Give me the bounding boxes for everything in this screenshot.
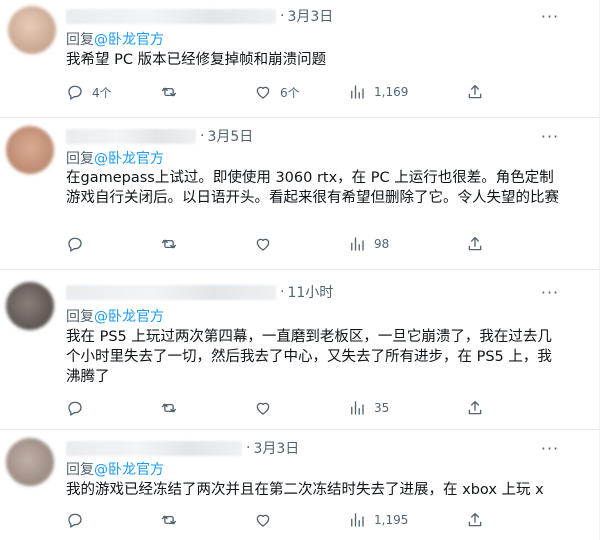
avatar[interactable] [8,6,56,54]
avatar[interactable] [6,282,54,330]
more-icon[interactable]: ··· [539,438,561,458]
retweet-button[interactable] [160,235,186,253]
reply-handle-link[interactable]: @卧龙官方 [94,309,164,325]
tweet-date[interactable]: 3月5日 [207,126,253,146]
views-button[interactable]: 1,169 [348,83,408,101]
tweet-date[interactable]: 11小时 [287,282,333,302]
heart-icon [256,86,270,99]
retweet-button[interactable] [160,399,186,417]
replying-to: 回复@卧龙官方 [66,306,164,326]
share-icon [468,84,482,99]
views-icon [351,237,364,251]
heart-icon [256,238,270,251]
views-icon [351,85,364,99]
reply-count: 4个 [92,85,112,100]
more-icon[interactable]: ··· [539,126,561,146]
tweet-actions: 35 [66,396,496,420]
tweet-header: · 11小时 [66,282,333,302]
avatar[interactable] [6,438,54,486]
reply-icon [68,85,82,100]
reply-timeline: · 3月3日 ··· 回复@卧龙官方 我希望 PC 版本已经修复掉帧和崩溃问题 … [0,0,600,540]
retweet-button[interactable] [160,511,186,529]
heart-icon [256,514,270,527]
author-name-redacted[interactable] [66,440,242,456]
tweet-text: 我希望 PC 版本已经修复掉帧和崩溃问题 [66,52,327,68]
reply-handle-link[interactable]: @卧龙官方 [94,151,164,167]
view-count: 35 [374,401,390,415]
avatar[interactable] [6,126,54,174]
reply-prefix: 回复 [66,309,94,325]
tweet-date[interactable]: 3月3日 [253,438,299,458]
replying-to: 回复@卧龙官方 [66,459,164,479]
reply-button[interactable] [66,235,92,253]
tweet-text: 我在 PS5 上玩过两次第四幕，一直磨到老板区，一旦它崩溃了，我在过去几个小时里… [66,329,552,385]
tweet-header: · 3月3日 [66,6,333,26]
tweet-actions: 1,195 [66,508,496,532]
retweet-icon [161,87,177,97]
more-icon[interactable]: ··· [539,282,561,302]
reply-button[interactable]: 4个 [66,83,112,101]
like-count: 6个 [280,85,300,100]
tweet-text: 在gamepass上试过。即使使用 3060 rtx，在 PC 上运行也很差。角… [66,170,559,206]
like-button[interactable] [254,511,280,529]
like-button[interactable]: 6个 [254,83,300,101]
reply-prefix: 回复 [66,151,94,167]
retweet-button[interactable] [160,83,186,101]
retweet-icon [161,515,177,525]
views-icon [351,513,364,527]
like-button[interactable] [254,235,280,253]
view-count: 98 [374,237,390,251]
reply-button[interactable] [66,511,92,529]
tweet-header: · 3月5日 [66,126,253,146]
reply-button[interactable] [66,399,92,417]
tweet-text: 我的游戏已经冻结了两次并且在第二次冻结时失去了进展，在 xbox 上玩 x [66,482,544,498]
reply-icon [68,513,82,528]
reply-icon [68,401,82,416]
more-icon[interactable]: ··· [539,6,561,26]
author-name-redacted[interactable] [66,128,196,144]
reply-handle-link[interactable]: @卧龙官方 [94,32,164,48]
author-name-redacted[interactable] [66,8,276,24]
view-count: 1,195 [374,513,409,527]
reply-prefix: 回复 [66,32,94,48]
tweet-header: · 3月3日 [66,438,299,458]
author-name-redacted[interactable] [66,284,276,300]
share-button[interactable] [466,399,484,417]
tweet-card[interactable]: · 11小时 ··· 回复@卧龙官方 我在 PS5 上玩过两次第四幕，一直磨到老… [0,270,599,430]
share-button[interactable] [466,511,484,529]
reply-icon [68,237,82,252]
share-icon [468,236,482,251]
reply-handle-link[interactable]: @卧龙官方 [94,462,164,478]
views-icon [351,401,364,415]
tweet-card[interactable]: · 3月5日 ··· 回复@卧龙官方 在gamepass上试过。即使使用 306… [0,118,599,270]
reply-prefix: 回复 [66,462,94,478]
replying-to: 回复@卧龙官方 [66,148,164,168]
views-button[interactable]: 1,195 [348,511,408,529]
heart-icon [256,402,270,415]
tweet-card[interactable]: · 3月3日 ··· 回复@卧龙官方 我希望 PC 版本已经修复掉帧和崩溃问题 … [0,0,599,118]
tweet-card[interactable]: · 3月3日 ··· 回复@卧龙官方 我的游戏已经冻结了两次并且在第二次冻结时失… [0,430,599,540]
share-icon [468,512,482,527]
tweet-actions: 98 [66,232,496,256]
retweet-icon [161,403,177,413]
tweet-date[interactable]: 3月3日 [287,6,333,26]
like-button[interactable] [254,399,280,417]
tweet-actions: 4个 6个 1,169 [66,80,496,104]
views-button[interactable]: 35 [348,399,389,417]
share-icon [468,400,482,415]
view-count: 1,169 [374,85,409,99]
share-button[interactable] [466,83,484,101]
retweet-icon [161,239,177,249]
views-button[interactable]: 98 [348,235,389,253]
share-button[interactable] [466,235,484,253]
replying-to: 回复@卧龙官方 [66,29,164,49]
